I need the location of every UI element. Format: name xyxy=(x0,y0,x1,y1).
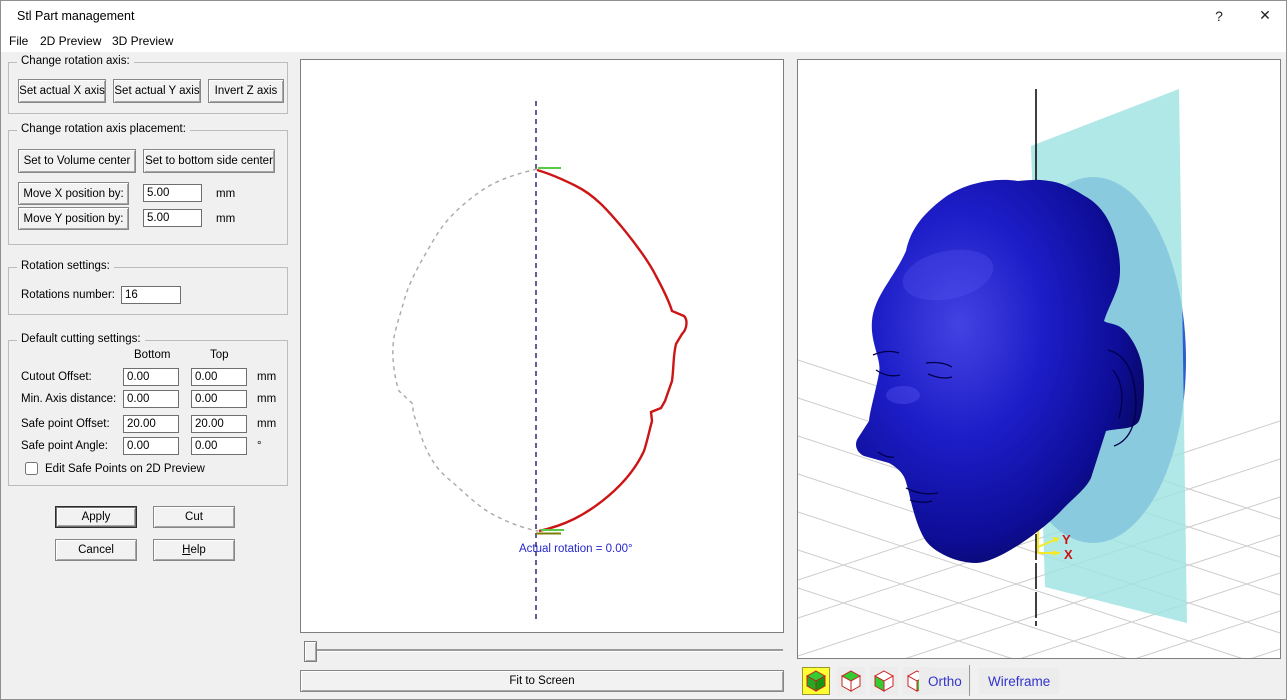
rotations-number-label: Rotations number: xyxy=(21,289,115,301)
cutout-offset-top-input[interactable] xyxy=(191,368,247,386)
group-axis-placement: Change rotation axis placement: Set to V… xyxy=(8,130,288,245)
cutout-offset-bottom-input[interactable] xyxy=(123,368,179,386)
menu-file[interactable]: File xyxy=(3,32,34,51)
move-x-value-input[interactable] xyxy=(143,184,202,202)
rotation-slider-track[interactable] xyxy=(306,649,783,652)
preview-2d-canvas[interactable]: Actual rotation = 0.00° xyxy=(300,59,784,633)
column-header-bottom: Bottom xyxy=(134,349,170,361)
close-button[interactable]: ✕ xyxy=(1245,1,1285,30)
move-y-value-input[interactable] xyxy=(143,209,202,227)
left-view-icon xyxy=(874,670,894,692)
window-title: Stl Part management xyxy=(17,9,134,23)
safe-point-angle-bottom-input[interactable] xyxy=(123,437,179,455)
safe-point-offset-bottom-input[interactable] xyxy=(123,415,179,433)
iso-view-button[interactable] xyxy=(802,667,830,695)
help-caption-button[interactable]: ? xyxy=(1199,1,1239,30)
min-axis-distance-top-input[interactable] xyxy=(191,390,247,408)
menu-3d-preview[interactable]: 3D Preview xyxy=(106,32,179,51)
group-rotation-settings: Rotation settings: Rotations number: xyxy=(8,267,288,315)
x-axis-label: X xyxy=(1064,547,1073,562)
edit-safe-points-checkbox[interactable] xyxy=(25,462,38,475)
invert-z-axis-button[interactable]: Invert Z axis xyxy=(208,79,284,103)
column-header-top: Top xyxy=(210,349,229,361)
move-y-position-button[interactable]: Move Y position by: xyxy=(18,207,129,230)
set-to-volume-center-button[interactable]: Set to Volume center xyxy=(18,149,136,173)
apply-button[interactable]: Apply xyxy=(55,506,137,528)
safe-point-angle-unit: ° xyxy=(257,440,262,452)
ortho-button[interactable]: Ortho xyxy=(919,668,971,694)
help-button[interactable]: Help xyxy=(153,539,235,561)
min-axis-distance-bottom-input[interactable] xyxy=(123,390,179,408)
help-label-initial: H xyxy=(182,544,190,556)
set-actual-x-axis-button[interactable]: Set actual X axis xyxy=(18,79,106,103)
profile-front-curve xyxy=(537,170,686,531)
cutout-offset-label: Cutout Offset: xyxy=(21,371,92,383)
menu-bar: File 2D Preview 3D Preview xyxy=(1,30,1286,52)
set-to-bottom-side-center-button[interactable]: Set to bottom side center xyxy=(143,149,275,173)
top-view-icon xyxy=(841,670,861,692)
left-view-button[interactable] xyxy=(870,667,898,695)
safe-point-offset-unit: mm xyxy=(257,418,276,430)
move-x-unit-label: mm xyxy=(216,188,235,200)
min-axis-distance-label: Min. Axis distance: xyxy=(21,393,116,405)
safe-point-offset-label: Safe point Offset: xyxy=(21,418,110,430)
cheek-highlight xyxy=(886,386,920,404)
move-y-unit-label: mm xyxy=(216,213,235,225)
rotation-slider-handle[interactable] xyxy=(304,641,317,662)
edit-safe-points-label: Edit Safe Points on 2D Preview xyxy=(45,463,205,475)
help-label-rest: elp xyxy=(190,544,205,556)
rotations-number-input[interactable] xyxy=(121,286,181,304)
safe-point-angle-label: Safe point Angle: xyxy=(21,440,108,452)
title-bar: Stl Part management ? ✕ xyxy=(1,1,1286,30)
set-actual-y-axis-button[interactable]: Set actual Y axis xyxy=(113,79,201,103)
y-axis-label: Y xyxy=(1062,532,1071,547)
scene-3d-drawing: Z Y X xyxy=(798,60,1280,658)
group-cutting-settings-title: Default cutting settings: xyxy=(17,333,145,345)
actual-rotation-text: Actual rotation = 0.00° xyxy=(519,543,633,555)
cutout-offset-unit: mm xyxy=(257,371,276,383)
menu-2d-preview[interactable]: 2D Preview xyxy=(34,32,107,51)
top-view-button[interactable] xyxy=(837,667,865,695)
view-toolbar: Ortho Wireframe xyxy=(798,660,1281,699)
group-cutting-settings: Default cutting settings: Bottom Top Cut… xyxy=(8,340,288,486)
group-rotation-settings-title: Rotation settings: xyxy=(17,260,114,272)
group-axis-placement-title: Change rotation axis placement: xyxy=(17,123,190,135)
cancel-button[interactable]: Cancel xyxy=(55,539,137,561)
group-rotation-axis-title: Change rotation axis: xyxy=(17,55,134,67)
profile-back-curve xyxy=(393,169,538,531)
iso-view-icon xyxy=(806,670,826,692)
safe-point-angle-top-input[interactable] xyxy=(191,437,247,455)
fit-to-screen-button[interactable]: Fit to Screen xyxy=(300,670,784,692)
move-x-position-button[interactable]: Move X position by: xyxy=(18,182,129,205)
cut-button[interactable]: Cut xyxy=(153,506,235,528)
toolbar-separator xyxy=(969,665,970,696)
min-axis-distance-unit: mm xyxy=(257,393,276,405)
wireframe-button[interactable]: Wireframe xyxy=(979,668,1059,694)
preview-3d-canvas[interactable]: Z Y X xyxy=(797,59,1281,659)
group-rotation-axis: Change rotation axis: Set actual X axis … xyxy=(8,62,288,114)
safe-point-offset-top-input[interactable] xyxy=(191,415,247,433)
